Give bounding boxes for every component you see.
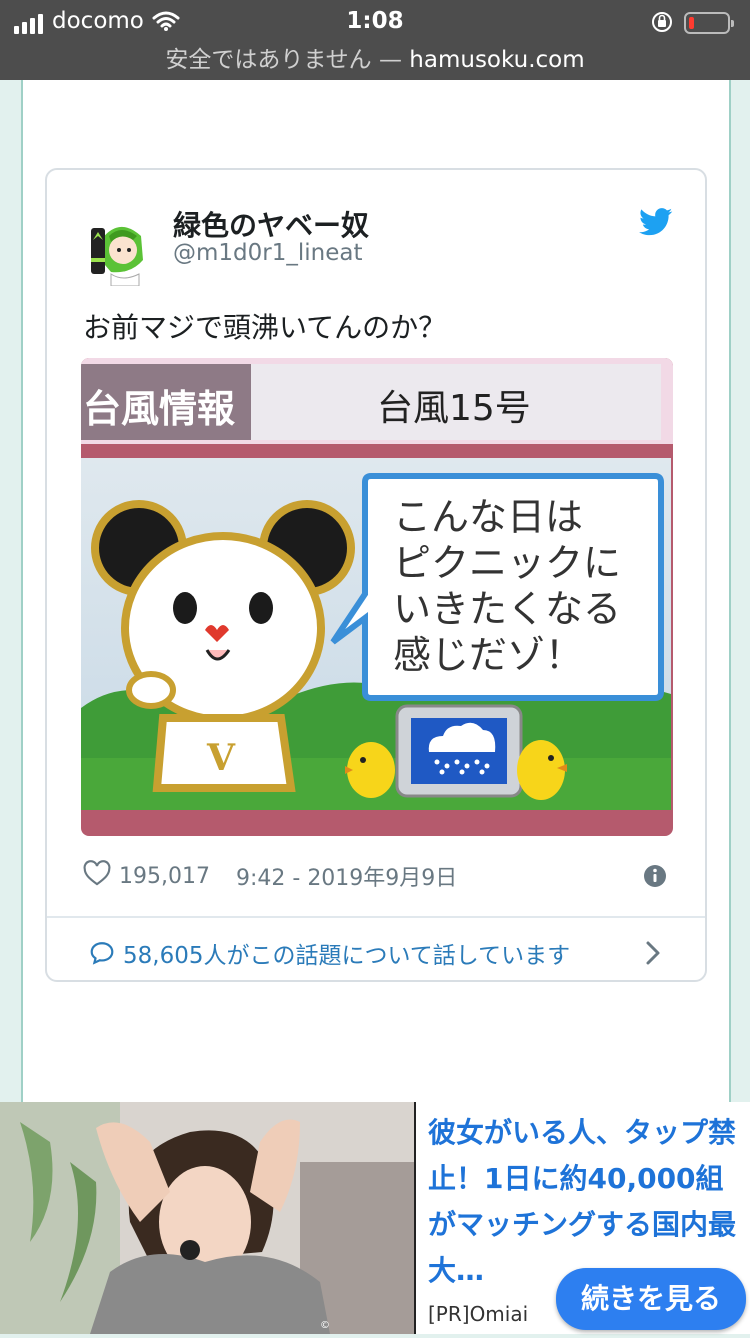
url-bar[interactable]: 安全ではありません — hamusoku.com — [0, 40, 750, 74]
card-divider — [47, 916, 705, 918]
speech-line-4: 感じだゾ！ — [393, 633, 583, 677]
conversation-link[interactable]: 58,605人がこの話題について話しています — [89, 936, 570, 970]
status-bar: docomo 1:08 — [0, 6, 750, 36]
battery-icon — [684, 12, 734, 34]
tweet-timestamp[interactable]: 9:42 - 2019年9月9日 — [236, 860, 457, 892]
ad-title[interactable]: 彼女がいる人、タップ禁止！1日に約40,000組がマッチングする国内最大… — [428, 1110, 738, 1294]
status-time: 1:08 — [346, 8, 404, 34]
embedded-tweet[interactable]: 緑色のヤベー奴 @m1d0r1_lineat お前マジで頭沸いてんのか？ 台風情… — [45, 168, 707, 982]
ad-separator — [414, 1102, 416, 1334]
ad-image[interactable]: © — [0, 1102, 414, 1334]
avatar[interactable] — [81, 210, 157, 287]
chevron-right-icon[interactable] — [645, 940, 661, 970]
url-host: hamusoku.com — [409, 47, 585, 73]
comment-icon — [90, 942, 114, 965]
ad-sponsor: [PR]Omiai — [428, 1302, 529, 1326]
speech-line-1: こんな日は — [393, 495, 583, 539]
ad-cta-button[interactable]: 続きを見る — [556, 1268, 746, 1330]
conversation-text: 58,605人がこの話題について話しています — [123, 943, 571, 969]
speech-line-2: ピクニックに — [393, 541, 621, 585]
info-icon[interactable] — [643, 864, 667, 892]
mascot-letter: V — [206, 737, 236, 779]
speech-line-3: いきたくなる — [393, 587, 621, 631]
image-header-left: 台風情報 — [83, 387, 235, 431]
image-header-right: 台風15号 — [377, 388, 531, 429]
svg-text:©: © — [320, 1320, 330, 1331]
tweet-image[interactable]: 台風情報 台風15号 V こんな日は ピクニックに いきたくなる 感じだゾ！ — [81, 358, 673, 836]
tweet-stats: 195,017 9:42 - 2019年9月9日 — [83, 860, 457, 892]
like-count[interactable]: 195,017 — [119, 864, 210, 889]
browser-top-bar: docomo 1:08 安全ではありません — hamusoku.com — [0, 0, 750, 80]
heart-icon[interactable] — [83, 860, 111, 892]
security-warning: 安全ではありません — — [165, 47, 410, 73]
twitter-bird-icon[interactable] — [639, 208, 673, 240]
tweet-text: お前マジで頭沸いてんのか？ — [83, 311, 447, 344]
page-content: 緑色のヤベー奴 @m1d0r1_lineat お前マジで頭沸いてんのか？ 台風情… — [21, 80, 731, 1102]
rotation-lock-icon — [650, 10, 674, 40]
tweet-author-handle[interactable]: @m1d0r1_lineat — [173, 240, 362, 266]
tweet-author-name[interactable]: 緑色のヤベー奴 — [173, 204, 369, 244]
